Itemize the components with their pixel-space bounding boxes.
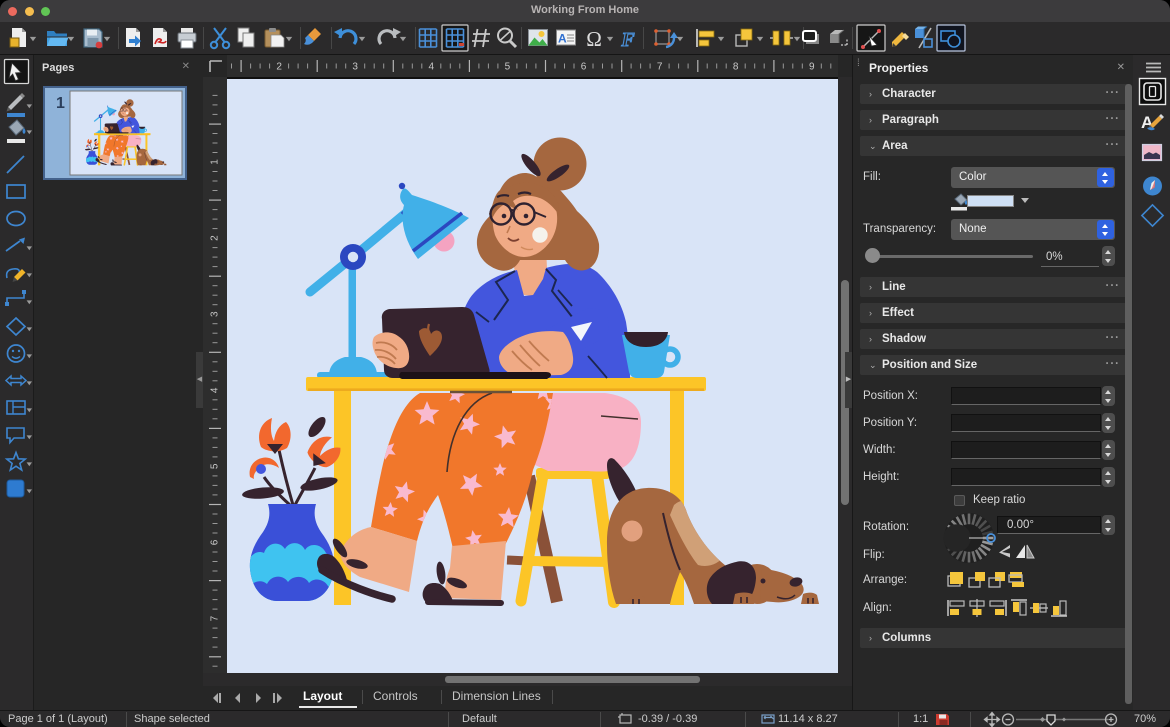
svg-text:1: 1	[56, 95, 65, 112]
svg-text:4: 4	[429, 62, 435, 73]
svg-text:F: F	[620, 29, 635, 51]
svg-text:7: 7	[657, 62, 663, 73]
svg-text:1: 1	[210, 159, 221, 165]
svg-text:A: A	[558, 32, 567, 46]
svg-text:5: 5	[505, 62, 511, 73]
svg-text:2: 2	[210, 235, 221, 241]
svg-text:6: 6	[581, 62, 587, 73]
svg-text:9: 9	[809, 62, 815, 73]
svg-text:3: 3	[210, 311, 221, 317]
svg-text:6: 6	[210, 539, 221, 545]
svg-text:Ω: Ω	[586, 27, 602, 51]
svg-text:2: 2	[276, 62, 282, 73]
svg-text:4: 4	[210, 387, 221, 393]
svg-text:5: 5	[210, 463, 221, 469]
svg-text:8: 8	[733, 62, 739, 73]
svg-text:7: 7	[210, 615, 221, 621]
svg-text:3: 3	[352, 62, 358, 73]
